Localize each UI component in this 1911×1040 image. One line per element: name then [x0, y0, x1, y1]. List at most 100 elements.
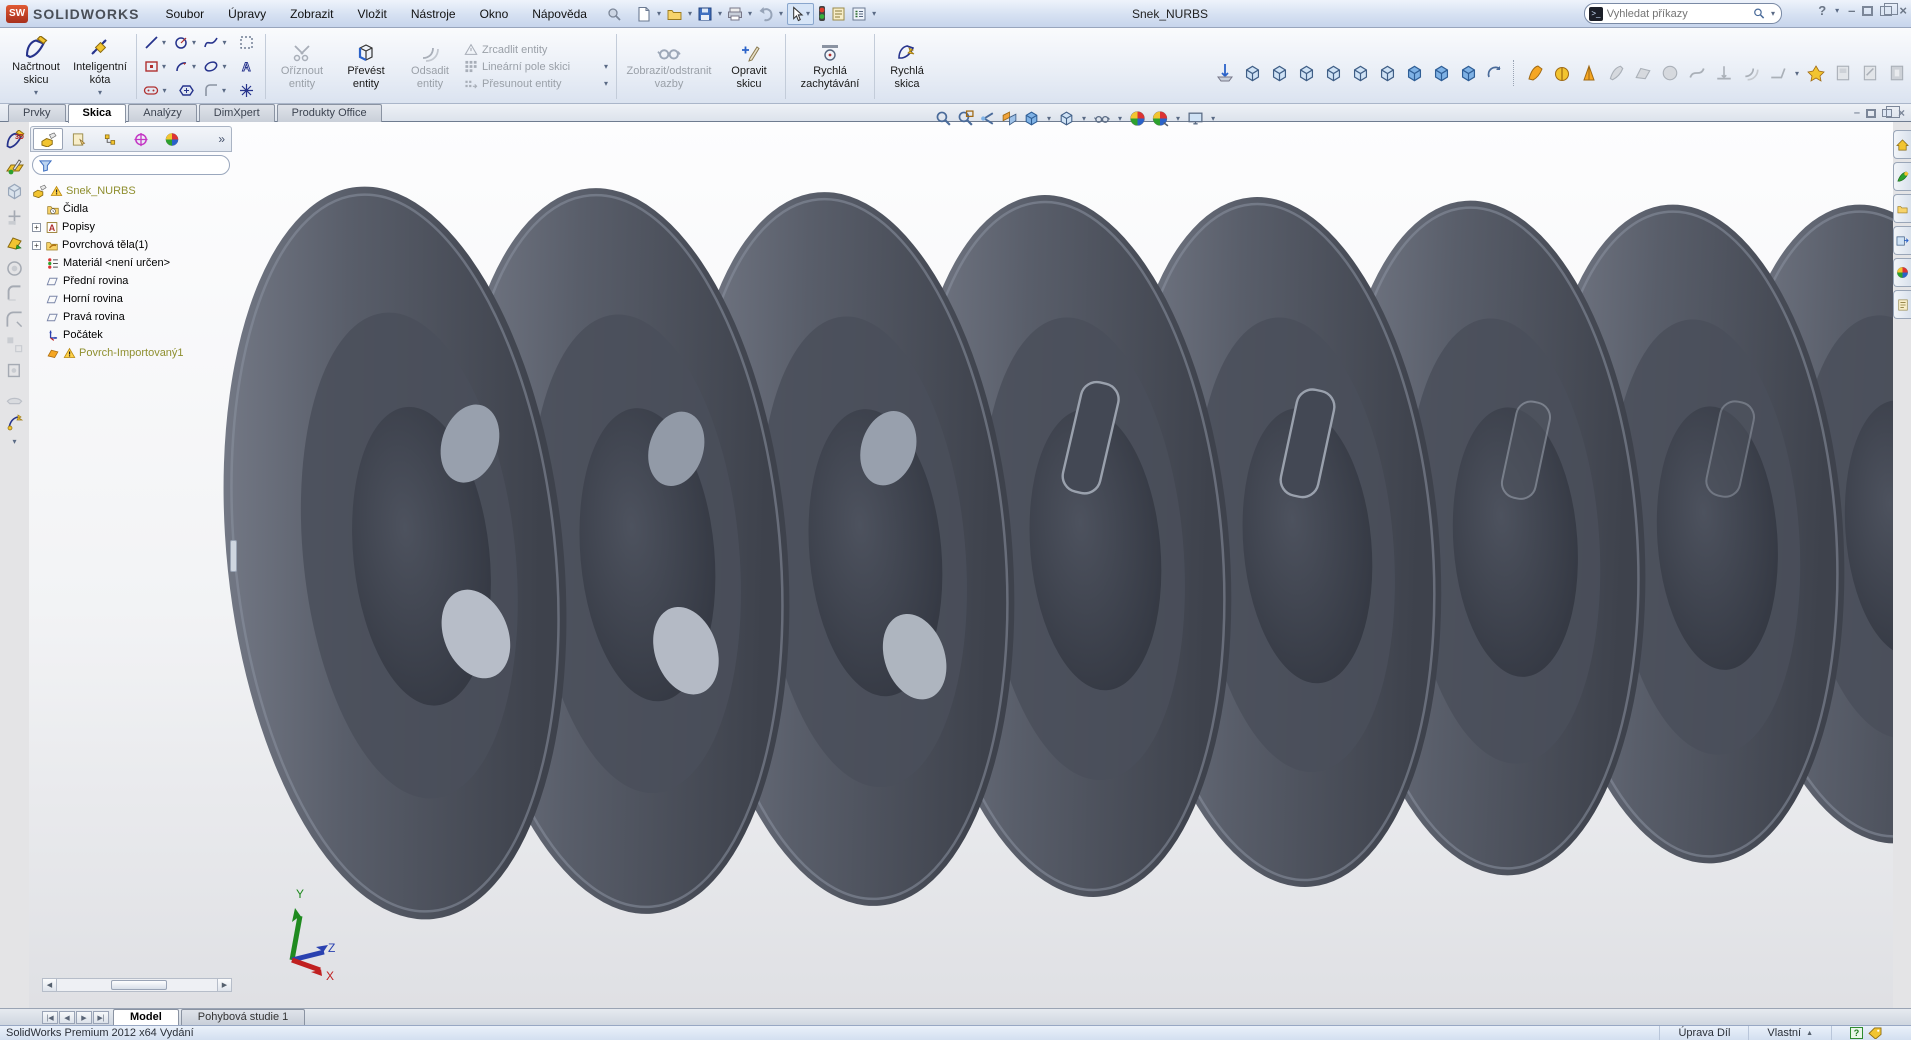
draft-feature-icon[interactable] [3, 360, 26, 381]
fillet-caret-icon[interactable]: ▾ [220, 86, 228, 95]
menu-nastroje[interactable]: Nástroje [399, 2, 468, 26]
untrim-surface-icon[interactable] [1885, 61, 1909, 85]
help-button[interactable]: ? [1818, 3, 1826, 18]
linear-pattern-feature-icon[interactable] [3, 335, 26, 356]
view-back-icon[interactable] [1267, 61, 1291, 85]
move-entities-button[interactable]: Přesunout entity ▾ [462, 76, 612, 91]
view-orientation-icon[interactable] [1023, 110, 1040, 127]
extend-surface-icon[interactable] [1831, 61, 1855, 85]
tree-item-top-plane[interactable]: Horní rovina [32, 290, 232, 308]
swept-surface-icon[interactable] [1577, 61, 1601, 85]
featuremanager-tree-tab[interactable] [33, 128, 63, 150]
doc-minimize-button[interactable]: – [1854, 107, 1860, 119]
close-button[interactable]: × [1899, 3, 1907, 18]
line-tool-button[interactable]: ▾ [141, 31, 171, 55]
previous-view-icon[interactable] [979, 110, 996, 127]
sketch-caret-icon[interactable]: ▾ [32, 88, 40, 97]
tree-item-front-plane[interactable]: Přední rovina [32, 272, 232, 290]
view-settings-icon[interactable] [1187, 110, 1204, 127]
lofted-surface-icon[interactable] [1604, 61, 1628, 85]
line-caret-icon[interactable]: ▾ [160, 38, 168, 47]
filled-surface-icon[interactable] [1658, 61, 1682, 85]
configurationmanager-tab[interactable] [95, 128, 125, 150]
tab-dimxpert[interactable]: DimXpert [199, 104, 275, 122]
normal-to-icon[interactable] [1213, 61, 1237, 85]
expand-icon[interactable]: + [32, 223, 41, 232]
panel-splitter-handle[interactable] [230, 540, 237, 572]
restore-button[interactable] [1862, 6, 1873, 16]
view-right-icon[interactable] [1321, 61, 1345, 85]
design-library-tab[interactable] [1893, 162, 1911, 191]
planar-surface-icon[interactable] [1712, 61, 1736, 85]
trim-entities-button[interactable]: Oříznout entity [270, 30, 334, 103]
rapid-sketch-button[interactable]: Rychlá skica [879, 30, 935, 103]
view-trimetric-icon[interactable] [1429, 61, 1453, 85]
undo-button[interactable] [756, 4, 775, 24]
next-tab-button[interactable]: ▶ [76, 1011, 92, 1024]
sketch-button[interactable]: Načrtnout skicu ▾ [4, 30, 68, 103]
options-caret-icon[interactable]: ▾ [870, 9, 878, 18]
prev-tab-button[interactable]: ◀ [59, 1011, 75, 1024]
view-palette-tab[interactable] [1893, 226, 1911, 255]
scroll-right-button[interactable]: ▶ [217, 979, 231, 991]
tab-produkty-office[interactable]: Produkty Office [277, 104, 382, 122]
hide-show-caret-icon[interactable]: ▾ [1116, 114, 1124, 123]
sketch-fillet-button[interactable]: ▾ [201, 79, 231, 103]
convert-entities-button[interactable]: Převést entity [334, 30, 398, 103]
tree-horizontal-scrollbar[interactable]: ◀ ▶ [42, 978, 232, 992]
circle-tool-button[interactable]: ▾ [171, 31, 201, 55]
rectangle-tool-button[interactable]: ▾ [141, 55, 171, 79]
menu-soubor[interactable]: Soubor [153, 2, 216, 26]
print-button[interactable] [726, 4, 744, 24]
view-left-icon[interactable] [1294, 61, 1318, 85]
quick-tips-help-icon[interactable]: ? [1850, 1027, 1863, 1039]
zoom-area-icon[interactable] [957, 110, 974, 127]
tab-analyzy[interactable]: Analýzy [128, 104, 197, 122]
units-selector[interactable]: Vlastní ▲ [1748, 1026, 1831, 1040]
tab-prvky[interactable]: Prvky [8, 104, 66, 122]
swept-boss-icon[interactable] [3, 283, 26, 304]
new-document-button[interactable] [635, 4, 653, 24]
custom-properties-tab[interactable] [1893, 290, 1911, 319]
help-caret-icon[interactable]: ▾ [1833, 6, 1841, 15]
tab-skica[interactable]: Skica [68, 104, 127, 123]
display-style-icon[interactable] [1058, 110, 1075, 127]
lofted-boss-icon[interactable] [3, 232, 26, 253]
spline-tool-button[interactable]: ▾ [201, 31, 231, 55]
stoplight-icon[interactable] [816, 3, 828, 24]
edit-appearance-icon[interactable] [1129, 110, 1146, 127]
save-caret-icon[interactable]: ▾ [716, 9, 724, 18]
menu-okno[interactable]: Okno [468, 2, 521, 26]
dimxpertmanager-tab[interactable] [126, 128, 156, 150]
revolved-surface-icon[interactable] [1550, 61, 1574, 85]
save-button[interactable] [696, 4, 714, 24]
rotate-view-icon[interactable] [1483, 61, 1507, 85]
text-tool-button[interactable]: A [231, 55, 261, 79]
search-input[interactable] [1607, 8, 1749, 20]
view-settings-caret-icon[interactable]: ▾ [1209, 114, 1217, 123]
doc-cascade-button[interactable] [1882, 109, 1892, 117]
home-tab[interactable] [1893, 130, 1911, 159]
smart-dimension-caret-icon[interactable]: ▾ [96, 88, 104, 97]
scroll-left-button[interactable]: ◀ [43, 979, 57, 991]
revolved-boss-icon[interactable] [3, 207, 26, 228]
open-document-button[interactable] [665, 4, 684, 24]
tree-item-material[interactable]: Materiál <není určen> [32, 254, 232, 272]
tree-item-annotations[interactable]: + A Popisy [32, 218, 232, 236]
scrollbar-thumb[interactable] [111, 980, 167, 990]
extruded-boss-icon[interactable] [3, 181, 26, 202]
ruled-surface-icon[interactable] [1766, 61, 1790, 85]
menu-zobrazit[interactable]: Zobrazit [278, 2, 345, 26]
tree-item-right-plane[interactable]: Pravá rovina [32, 308, 232, 326]
quick-snaps-button[interactable]: Rychlá zachytávání [790, 30, 870, 103]
display-relations-button[interactable]: Zobrazit/odstranit vazby [621, 30, 717, 103]
boundary-boss-icon[interactable] [3, 258, 26, 279]
tree-item-imported-surface[interactable]: Povrch-Importovaný1 [32, 344, 232, 362]
view-orientation-caret-icon[interactable]: ▾ [1045, 114, 1053, 123]
tree-item-surface-bodies[interactable]: + Povrchová těla(1) [32, 236, 232, 254]
surfaces-caret-icon[interactable]: ▾ [1793, 69, 1801, 78]
tree-item-origin[interactable]: Počátek [32, 326, 232, 344]
minimize-button[interactable]: – [1848, 3, 1855, 18]
fillet-feature-icon[interactable] [3, 309, 26, 330]
displaymanager-tab[interactable] [157, 128, 187, 150]
